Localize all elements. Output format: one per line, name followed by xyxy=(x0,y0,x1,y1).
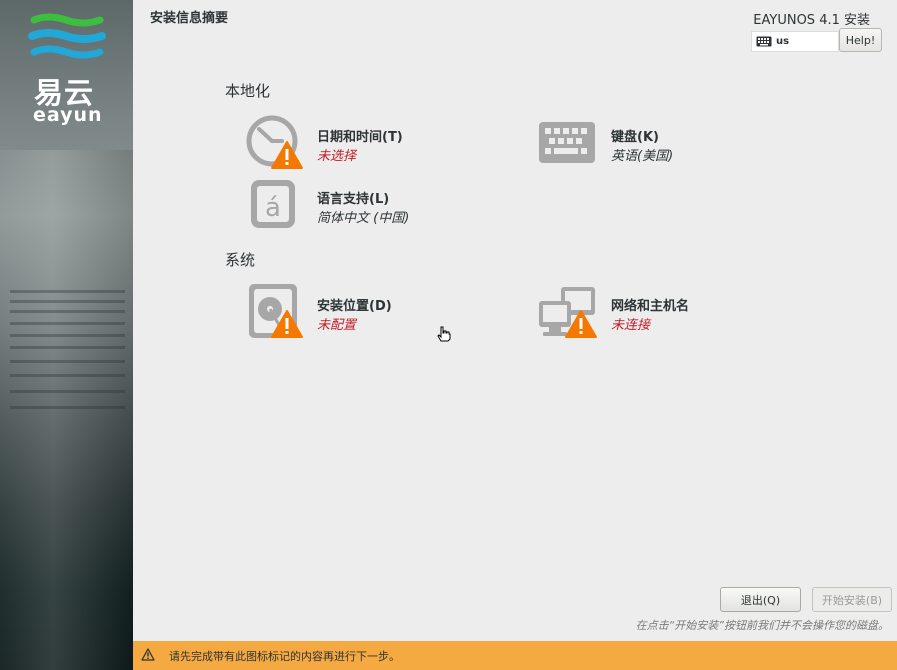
keyboard-large-icon xyxy=(539,114,599,170)
begin-installation-button[interactable]: 开始安装(B) xyxy=(812,587,892,612)
spoke-datetime-name: 日期和时间(T) xyxy=(317,130,403,145)
language-icon: á xyxy=(245,176,305,232)
spoke-keyboard[interactable]: 键盘(K) 英语(美国) xyxy=(539,114,819,170)
hand-cursor-icon xyxy=(436,326,452,346)
quit-button[interactable]: 退出(Q) xyxy=(720,587,801,612)
spoke-network-hostname-status: 未连接 xyxy=(611,318,651,333)
spoke-network-hostname[interactable]: 网络和主机名 未连接 xyxy=(539,283,819,339)
keyboard-icon xyxy=(756,32,772,51)
spoke-network-hostname-name: 网络和主机名 xyxy=(611,299,690,314)
section-title-system: 系统 xyxy=(225,251,256,269)
eayun-logo-mark xyxy=(28,12,106,70)
section-title-localization: 本地化 xyxy=(225,82,271,100)
keyboard-layout-indicator[interactable]: us xyxy=(751,31,839,52)
network-icon xyxy=(539,283,599,339)
warning-bar-icon xyxy=(141,646,155,665)
spoke-keyboard-name: 键盘(K) xyxy=(611,130,659,145)
warning-icon xyxy=(271,141,303,169)
sidebar-background xyxy=(0,150,133,670)
spoke-install-destination[interactable]: 安装位置(D) 未配置 xyxy=(245,283,525,339)
spoke-install-destination-name: 安装位置(D) xyxy=(317,299,392,314)
warning-bar-message: 请先完成带有此图标标记的内容再进行下一步。 xyxy=(169,649,400,663)
spoke-language-status: 简体中文 (中国) xyxy=(317,211,410,226)
spoke-install-destination-status: 未配置 xyxy=(317,318,357,333)
disk-safety-hint: 在点击“开始安装”按钮前我们并不会操作您的磁盘。 xyxy=(635,619,889,632)
spoke-language[interactable]: á 语言支持(L) 简体中文 (中国) xyxy=(245,176,525,232)
spoke-language-name: 语言支持(L) xyxy=(317,192,390,207)
clock-icon xyxy=(245,114,305,170)
spoke-datetime[interactable]: 日期和时间(T) 未选择 xyxy=(245,114,525,170)
warning-bar: 请先完成带有此图标标记的内容再进行下一步。 xyxy=(133,641,897,670)
sidebar: 易云 eayun xyxy=(0,0,133,670)
spoke-datetime-status: 未选择 xyxy=(317,149,357,164)
harddisk-icon xyxy=(245,283,305,339)
logo-english-text: eayun xyxy=(33,104,103,126)
svg-text:á: á xyxy=(265,193,281,223)
page-title: 安装信息摘要 xyxy=(150,11,229,26)
help-button[interactable]: Help! xyxy=(839,28,882,52)
product-title: EAYUNOS 4.1 安装 xyxy=(753,13,870,28)
spoke-keyboard-status: 英语(美国) xyxy=(611,149,674,164)
keyboard-layout-label: us xyxy=(776,36,790,47)
